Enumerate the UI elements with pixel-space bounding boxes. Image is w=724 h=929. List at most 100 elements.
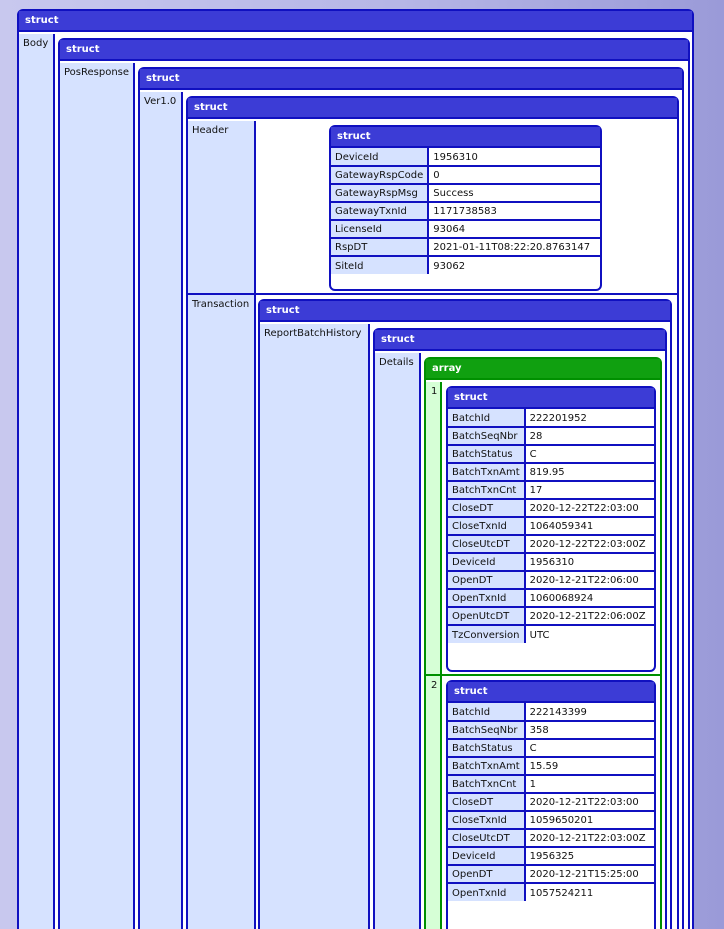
field-key: TzConversion — [448, 625, 526, 643]
details-array-header[interactable]: array — [426, 359, 660, 380]
field-row: CloseTxnId 1059650201 — [448, 811, 654, 830]
field-row: GatewayRspMsg Success — [331, 184, 600, 203]
field-key: CloseUtcDT — [448, 535, 526, 554]
field-key: BatchStatus — [448, 445, 526, 464]
field-value: 222143399 — [524, 703, 654, 722]
detail-2-fields-table: BatchId 222143399 BatchSeqNbr 358 BatchStatu… — [448, 703, 654, 901]
transaction-struct-header[interactable]: struct — [260, 301, 670, 322]
field-key: SiteId — [331, 256, 430, 274]
field-key: CloseDT — [448, 499, 526, 518]
field-row: OpenTxnId 1057524211 — [448, 883, 654, 901]
reportbatchhistory-label: ReportBatchHistory — [260, 324, 370, 929]
detail-1-struct-header[interactable]: struct — [448, 388, 654, 409]
field-value: 93064 — [428, 220, 600, 239]
field-value: 17 — [524, 481, 654, 500]
field-value: 15.59 — [524, 757, 654, 776]
field-key: BatchTxnCnt — [448, 481, 526, 500]
field-key: OpenTxnId — [448, 589, 526, 608]
xml-tree-view: struct Body struct PosResponse struct Ve… — [0, 0, 724, 929]
ver-struct-header[interactable]: struct — [188, 98, 677, 119]
array-index-1: 1 — [426, 382, 442, 674]
field-row: BatchTxnCnt 17 — [448, 481, 654, 500]
field-row: OpenUtcDT 2020-12-21T22:06:00Z — [448, 607, 654, 626]
field-value: 819.95 — [524, 463, 654, 482]
root-struct-header[interactable]: struct — [19, 11, 692, 32]
transaction-label: Transaction — [188, 295, 256, 929]
field-row: CloseDT 2020-12-21T22:03:00 — [448, 793, 654, 812]
field-value: 2020-12-21T22:06:00 — [524, 571, 654, 590]
header-label: Header — [188, 121, 256, 293]
field-row: DeviceId 1956310 — [448, 553, 654, 572]
field-key: CloseUtcDT — [448, 829, 526, 848]
field-key: DeviceId — [448, 847, 526, 866]
field-key: BatchId — [448, 409, 526, 428]
field-value: 28 — [524, 427, 654, 446]
field-row: DeviceId 1956325 — [448, 847, 654, 866]
field-value: 1060068924 — [524, 589, 654, 608]
field-key: OpenDT — [448, 571, 526, 590]
array-item-divider — [426, 674, 660, 676]
reportbatchhistory-struct-header[interactable]: struct — [375, 330, 665, 351]
field-row: TzConversion UTC — [448, 625, 654, 643]
field-key: GatewayRspCode — [331, 166, 430, 185]
field-key: OpenUtcDT — [448, 607, 526, 626]
field-key: GatewayTxnId — [331, 202, 430, 221]
field-key: DeviceId — [331, 148, 430, 167]
field-value: Success — [428, 184, 600, 203]
field-value: 358 — [524, 721, 654, 740]
field-value: 0 — [428, 166, 600, 185]
field-row: GatewayTxnId 1171738583 — [331, 202, 600, 221]
field-value: 2020-12-21T22:03:00Z — [524, 829, 654, 848]
field-key: LicenseId — [331, 220, 430, 239]
field-key: BatchTxnCnt — [448, 775, 526, 794]
field-row: BatchTxnCnt 1 — [448, 775, 654, 794]
field-value: 222201952 — [524, 409, 654, 428]
detail-2-struct-header[interactable]: struct — [448, 682, 654, 703]
field-row: GatewayRspCode 0 — [331, 166, 600, 185]
field-row: CloseUtcDT 2020-12-21T22:03:00Z — [448, 829, 654, 848]
field-row: BatchStatus C — [448, 445, 654, 464]
field-value: 1064059341 — [524, 517, 654, 536]
header-struct-header[interactable]: struct — [331, 127, 600, 148]
field-key: CloseTxnId — [448, 811, 526, 830]
field-value: 2020-12-21T22:03:00 — [524, 793, 654, 812]
field-key: OpenTxnId — [448, 883, 526, 901]
field-row: BatchTxnAmt 819.95 — [448, 463, 654, 482]
field-value: 1171738583 — [428, 202, 600, 221]
field-key: BatchSeqNbr — [448, 427, 526, 446]
detail-1-struct: struct BatchId 222201952 BatchSeqNbr 28 Batc… — [446, 386, 656, 672]
field-row: CloseTxnId 1064059341 — [448, 517, 654, 536]
field-row: CloseUtcDT 2020-12-22T22:03:00Z — [448, 535, 654, 554]
field-value: 1 — [524, 775, 654, 794]
field-row: CloseDT 2020-12-22T22:03:00 — [448, 499, 654, 518]
field-key: CloseDT — [448, 793, 526, 812]
field-key: BatchSeqNbr — [448, 721, 526, 740]
field-key: BatchTxnAmt — [448, 463, 526, 482]
body-struct-header[interactable]: struct — [60, 40, 688, 61]
field-value: C — [524, 739, 654, 758]
field-value: 2020-12-22T22:03:00 — [524, 499, 654, 518]
field-row: BatchStatus C — [448, 739, 654, 758]
field-value: 1956310 — [524, 553, 654, 572]
field-value: UTC — [524, 625, 654, 643]
field-row: BatchId 222201952 — [448, 409, 654, 428]
field-value: 1059650201 — [524, 811, 654, 830]
posresponse-label: PosResponse — [60, 63, 135, 929]
field-row: BatchId 222143399 — [448, 703, 654, 722]
field-row: BatchSeqNbr 358 — [448, 721, 654, 740]
ver-label: Ver1.0 — [140, 92, 183, 929]
header-transaction-divider — [188, 293, 677, 295]
field-row: SiteId 93062 — [331, 256, 600, 274]
field-row: DeviceId 1956310 — [331, 148, 600, 167]
field-value: 93062 — [428, 256, 600, 274]
field-value: 2020-12-21T22:06:00Z — [524, 607, 654, 626]
header-fields-table: DeviceId 1956310 GatewayRspCode 0 GatewayRsp… — [331, 148, 600, 274]
posresponse-struct-header[interactable]: struct — [140, 69, 682, 90]
field-value: 2021-01-11T08:22:20.8763147 — [428, 238, 600, 257]
field-key: DeviceId — [448, 553, 526, 572]
field-key: CloseTxnId — [448, 517, 526, 536]
detail-1-fields-table: BatchId 222201952 BatchSeqNbr 28 BatchStatus… — [448, 409, 654, 643]
body-label: Body — [19, 34, 55, 929]
array-index-2: 2 — [426, 676, 442, 929]
header-struct: struct DeviceId 1956310 GatewayRspCode 0 Gat… — [329, 125, 602, 291]
